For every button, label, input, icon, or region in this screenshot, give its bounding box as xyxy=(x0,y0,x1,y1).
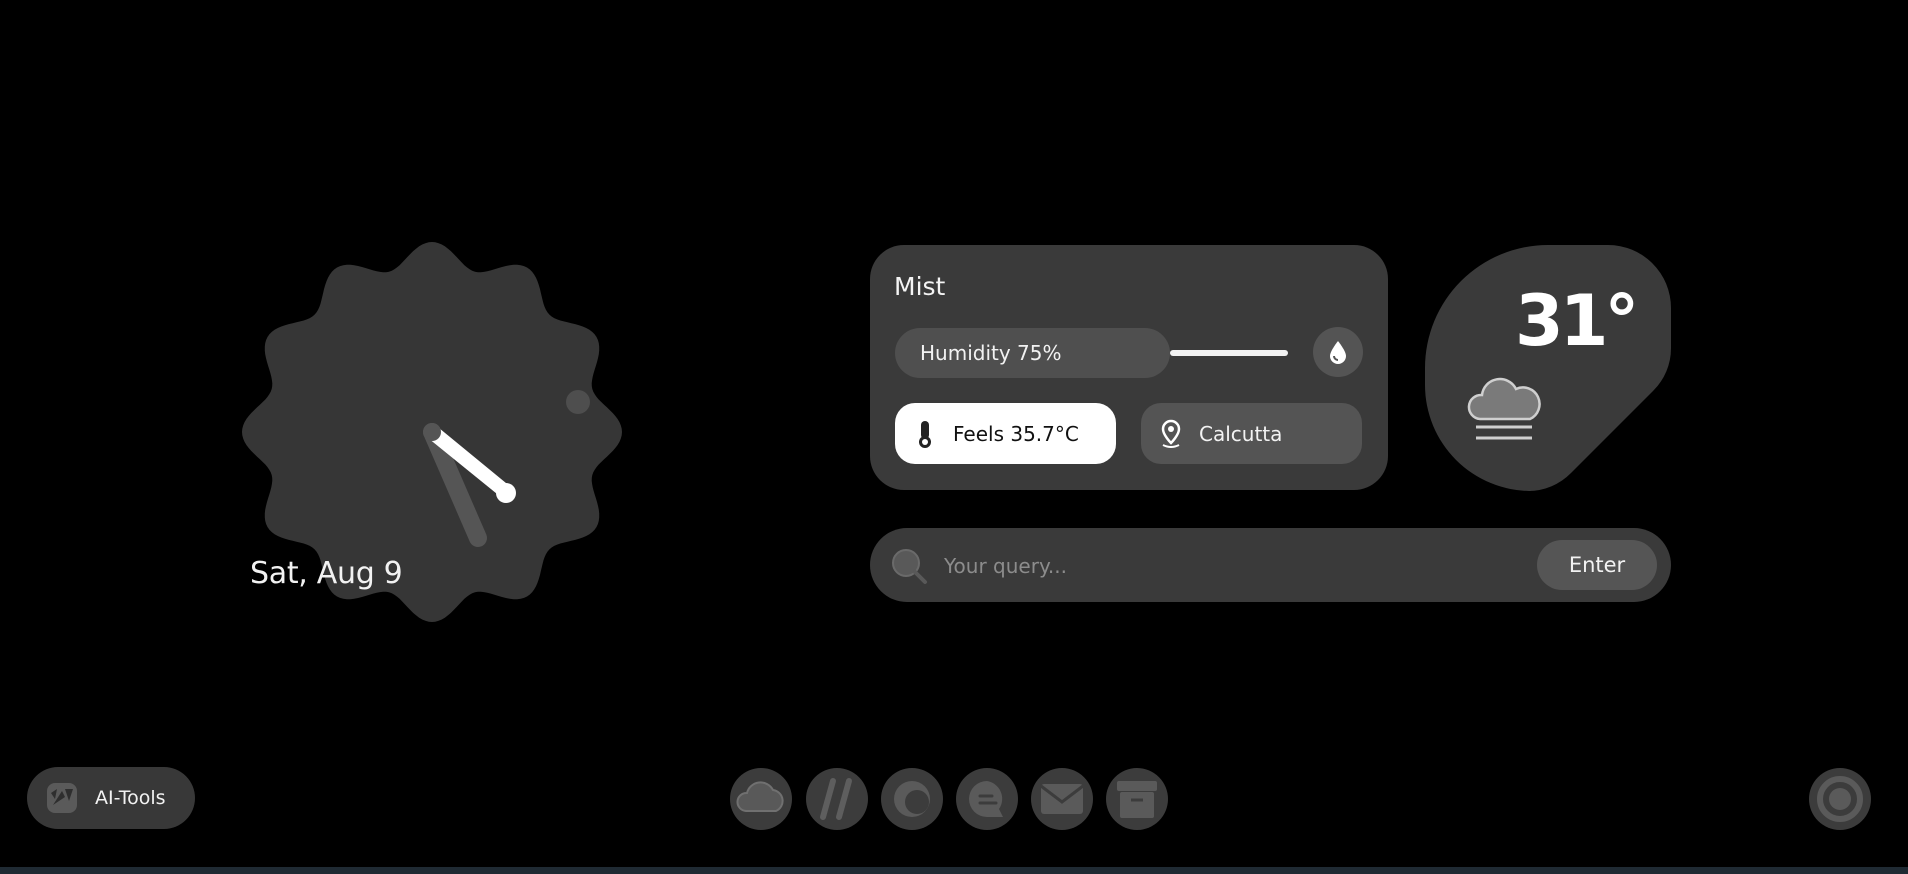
weather-condition: Mist xyxy=(894,272,946,301)
ai-tools-label: AI-Tools xyxy=(95,787,166,809)
feels-like-pill[interactable]: Feels 35.7°C xyxy=(895,403,1116,464)
enter-button[interactable]: Enter xyxy=(1537,540,1657,590)
ring-profile-icon xyxy=(1817,776,1863,822)
clock-second-dot xyxy=(566,390,590,414)
mist-cloud-icon xyxy=(1467,377,1541,440)
feels-like-text: Feels 35.7°C xyxy=(953,421,1079,446)
chat-bubble-icon xyxy=(969,781,1003,817)
location-pin-icon xyxy=(1161,419,1181,448)
dock-chat-button[interactable] xyxy=(956,768,1018,830)
dock-theme-button[interactable] xyxy=(881,768,943,830)
dock-weather-button[interactable] xyxy=(730,768,792,830)
dock-mail-button[interactable] xyxy=(1031,768,1093,830)
humidity-label: Humidity 75% xyxy=(920,341,1062,365)
clock-date: Sat, Aug 9 xyxy=(250,556,403,591)
archive-box-icon xyxy=(1117,781,1157,818)
clock-minute-hand-tip xyxy=(496,483,516,503)
double-slash-icon xyxy=(820,778,852,820)
temperature-value: 31° xyxy=(1515,280,1639,362)
profile-button[interactable] xyxy=(1809,768,1871,830)
ai-tools-icon xyxy=(47,783,77,813)
cloud-icon xyxy=(736,781,784,812)
mail-icon xyxy=(1040,784,1084,814)
humidity-button[interactable] xyxy=(1313,327,1363,377)
ai-tools-button[interactable]: AI-Tools xyxy=(27,767,195,829)
location-pill[interactable]: Calcutta xyxy=(1141,403,1362,464)
humidity-track xyxy=(1170,350,1288,356)
dock-archive-button[interactable] xyxy=(1106,768,1168,830)
water-drop-icon xyxy=(1330,341,1346,364)
clock-center xyxy=(423,423,441,441)
taskbar-strip xyxy=(0,867,1908,874)
moon-circle-icon xyxy=(894,781,930,817)
thermometer-icon xyxy=(919,420,931,448)
search-input[interactable] xyxy=(944,548,1524,584)
search-icon xyxy=(892,549,927,584)
dock-code-button[interactable] xyxy=(806,768,868,830)
location-text: Calcutta xyxy=(1199,421,1283,446)
